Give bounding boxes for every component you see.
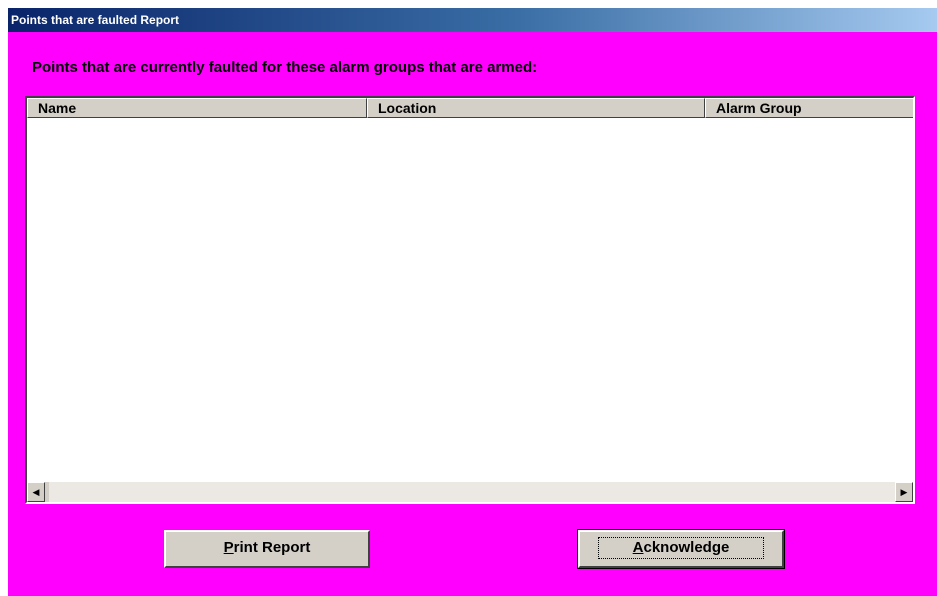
acknowledge-label: cknowledge	[643, 539, 730, 556]
column-header-alarm-group[interactable]: Alarm Group	[705, 98, 913, 118]
faulted-points-list[interactable]: Name Location Alarm Group ◀ ▶	[25, 96, 915, 504]
horizontal-scrollbar[interactable]: ◀ ▶	[27, 482, 913, 502]
acknowledge-button[interactable]: Acknowledge	[577, 529, 785, 569]
faulted-report-dialog: Points that are faulted Report Points th…	[8, 8, 937, 596]
acknowledge-accel: A	[632, 539, 644, 556]
list-rows	[27, 118, 913, 482]
print-report-label: rint Report	[233, 539, 311, 556]
report-heading: Points that are currently faulted for th…	[32, 59, 538, 76]
list-header: Name Location Alarm Group	[27, 98, 913, 118]
scroll-thumb[interactable]	[45, 482, 49, 502]
column-header-name[interactable]: Name	[27, 98, 367, 118]
scroll-left-arrow-icon[interactable]: ◀	[27, 482, 45, 502]
scroll-right-arrow-icon[interactable]: ▶	[895, 482, 913, 502]
column-header-location[interactable]: Location	[367, 98, 705, 118]
window-title: Points that are faulted Report	[11, 13, 180, 27]
print-report-button[interactable]: Print Report	[164, 530, 370, 568]
acknowledge-focus-rect: Acknowledge	[597, 537, 765, 559]
title-bar[interactable]: Points that are faulted Report	[8, 8, 937, 32]
print-report-accel: P	[223, 539, 234, 556]
